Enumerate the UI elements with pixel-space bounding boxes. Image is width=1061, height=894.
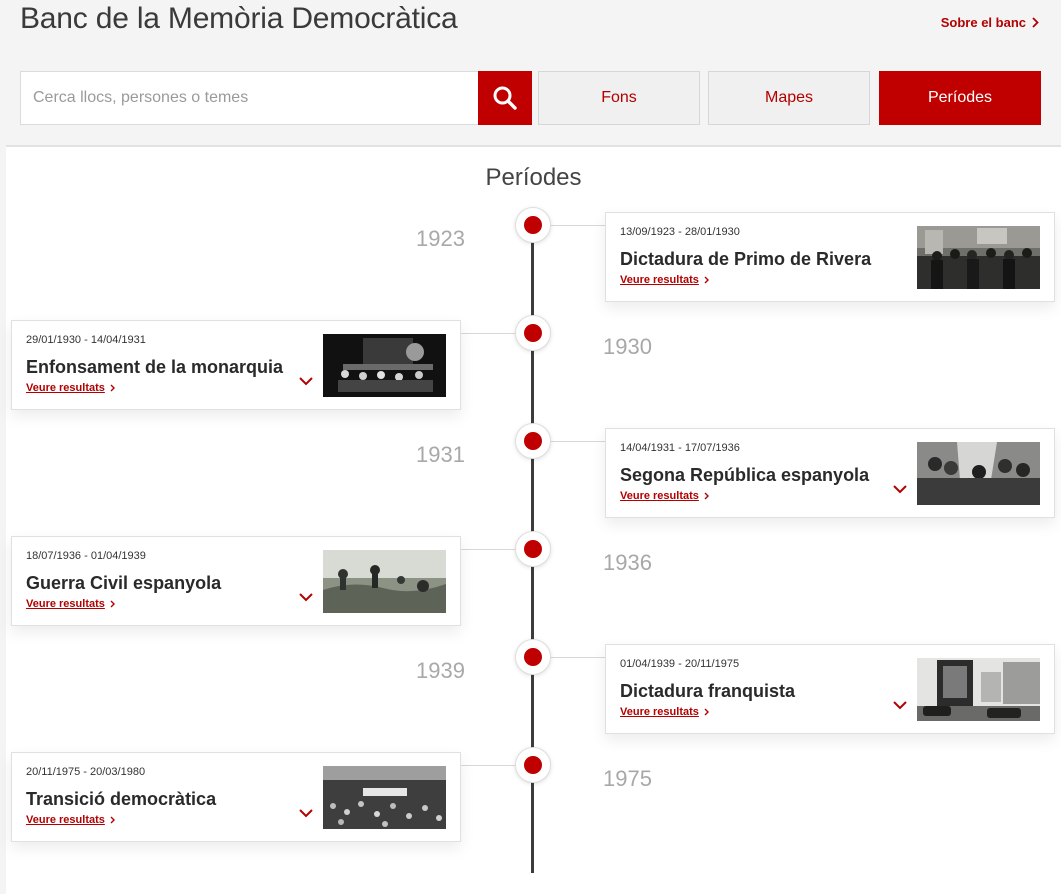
timeline-connector [461, 333, 515, 334]
period-photo [917, 442, 1040, 505]
period-card[interactable]: 14/04/1931 - 17/07/1936 Segona República… [605, 428, 1055, 518]
timeline-connector [461, 549, 515, 550]
timeline-node[interactable] [515, 531, 551, 567]
chevron-down-icon[interactable] [892, 699, 908, 711]
chevron-right-icon [110, 816, 115, 824]
timeline-node[interactable] [515, 207, 551, 243]
chevron-right-icon [704, 276, 709, 284]
view-results-link[interactable]: Veure resultats [26, 598, 115, 610]
period-card[interactable]: 18/07/1936 - 01/04/1939 Guerra Civil esp… [11, 536, 461, 626]
period-title: Segona República espanyola [620, 465, 870, 485]
period-title: Enfonsament de la monarquia [26, 357, 284, 377]
period-photo [917, 658, 1040, 721]
chevron-down-icon[interactable] [298, 591, 314, 603]
view-results-link[interactable]: Veure resultats [26, 382, 115, 394]
timeline-panel: Períodes 1923 13/09/1923 - 28/01/1930 Di… [6, 145, 1061, 894]
view-results-label: Veure resultats [620, 490, 699, 502]
period-photo [323, 550, 446, 613]
period-card[interactable]: 01/04/1939 - 20/11/1975 Dictadura franqu… [605, 644, 1055, 734]
search-icon [493, 86, 517, 110]
timeline-node[interactable] [515, 423, 551, 459]
timeline-connector [551, 225, 605, 226]
search-bar [20, 71, 532, 125]
nav-periodes-button[interactable]: Períodes [879, 71, 1041, 125]
period-card[interactable]: 29/01/1930 - 14/04/1931 Enfonsament de l… [11, 320, 461, 410]
timeline-node[interactable] [515, 315, 551, 351]
site-title: Banc de la Memòria Democràtica [20, 2, 458, 35]
view-results-link[interactable]: Veure resultats [620, 706, 709, 718]
period-photo [323, 766, 446, 829]
nav-mapes-button[interactable]: Mapes [708, 71, 870, 125]
view-results-link[interactable]: Veure resultats [26, 814, 115, 826]
timeline-connector [551, 441, 605, 442]
period-year: 1923 [416, 226, 465, 251]
period-title: Dictadura franquista [620, 681, 796, 701]
period-dates: 13/09/1923 - 28/01/1930 [620, 226, 740, 238]
period-dates: 14/04/1931 - 17/07/1936 [620, 442, 740, 454]
view-results-link[interactable]: Veure resultats [620, 274, 709, 286]
about-link-label: Sobre el banc [940, 15, 1026, 30]
chevron-down-icon[interactable] [298, 807, 314, 819]
timeline-connector [461, 765, 515, 766]
view-results-label: Veure resultats [26, 382, 105, 394]
period-photo [917, 226, 1040, 289]
view-results-label: Veure resultats [26, 814, 105, 826]
view-results-label: Veure resultats [620, 706, 699, 718]
chevron-down-icon[interactable] [892, 483, 908, 495]
period-card[interactable]: 13/09/1923 - 28/01/1930 Dictadura de Pri… [605, 212, 1055, 302]
period-dates: 01/04/1939 - 20/11/1975 [620, 658, 740, 670]
period-year: 1975 [603, 766, 652, 791]
nav-fons-button[interactable]: Fons [538, 71, 700, 125]
chevron-right-icon [110, 384, 115, 392]
about-link[interactable]: Sobre el banc [941, 15, 1039, 30]
view-results-label: Veure resultats [620, 274, 699, 286]
period-year: 1939 [416, 658, 465, 683]
chevron-right-icon [110, 600, 115, 608]
period-year: 1936 [603, 550, 652, 575]
period-year: 1931 [416, 442, 465, 467]
timeline-node[interactable] [515, 639, 551, 675]
timeline-node[interactable] [515, 747, 551, 783]
period-dates: 29/01/1930 - 14/04/1931 [26, 334, 146, 346]
view-results-label: Veure resultats [26, 598, 105, 610]
period-card[interactable]: 20/11/1975 - 20/03/1980 Transició democr… [11, 752, 461, 842]
chevron-down-icon[interactable] [298, 375, 314, 387]
period-photo [323, 334, 446, 397]
timeline-title: Períodes [485, 164, 582, 191]
period-year: 1930 [603, 334, 652, 359]
period-title: Transició democràtica [26, 789, 217, 809]
period-title: Dictadura de Primo de Rivera [620, 249, 872, 269]
period-dates: 20/11/1975 - 20/03/1980 [26, 766, 146, 778]
search-button[interactable] [478, 71, 532, 125]
view-results-link[interactable]: Veure resultats [620, 490, 709, 502]
chevron-right-icon [704, 708, 709, 716]
chevron-right-icon [1032, 17, 1039, 28]
period-dates: 18/07/1936 - 01/04/1939 [26, 550, 146, 562]
timeline-connector [551, 657, 605, 658]
search-input[interactable] [20, 71, 478, 125]
chevron-right-icon [704, 492, 709, 500]
period-title: Guerra Civil espanyola [26, 573, 222, 593]
